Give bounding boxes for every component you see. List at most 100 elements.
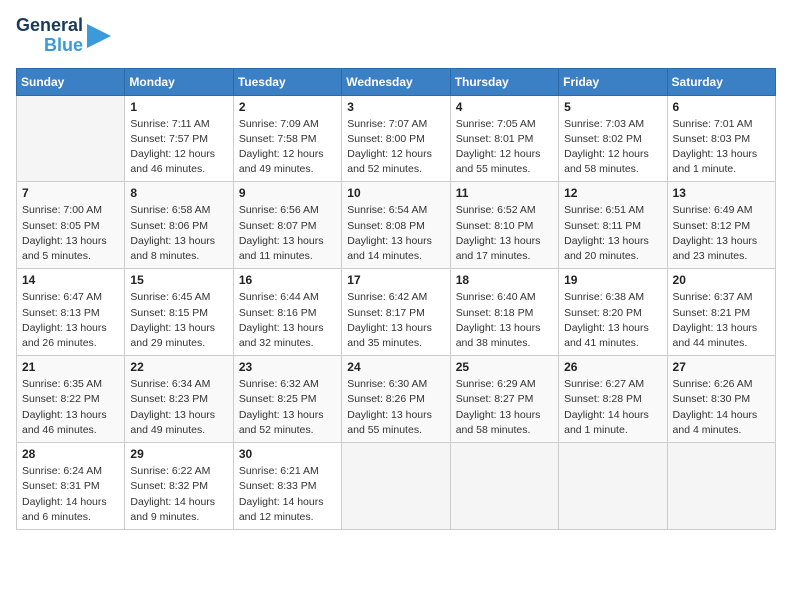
logo-triangle-icon (83, 20, 111, 52)
calendar-week-4: 21Sunrise: 6:35 AMSunset: 8:22 PMDayligh… (17, 356, 776, 443)
day-info: Sunrise: 6:47 AMSunset: 8:13 PMDaylight:… (22, 290, 119, 351)
calendar-cell (17, 95, 125, 182)
day-info: Sunrise: 6:34 AMSunset: 8:23 PMDaylight:… (130, 377, 227, 438)
calendar-cell: 4 Sunrise: 7:05 AMSunset: 8:01 PMDaylight… (450, 95, 558, 182)
day-number: 15 (130, 273, 227, 287)
day-number: 26 (564, 360, 661, 374)
calendar-cell: 16 Sunrise: 6:44 AMSunset: 8:16 PMDayligh… (233, 269, 341, 356)
calendar-cell: 25Sunrise: 6:29 AMSunset: 8:27 PMDayligh… (450, 356, 558, 443)
day-info: Sunrise: 6:52 AMSunset: 8:10 PMDaylight:… (456, 203, 553, 264)
calendar-cell (450, 443, 558, 530)
calendar-cell: 24 Sunrise: 6:30 AMSunset: 8:26 PMDayligh… (342, 356, 450, 443)
day-info: Sunrise: 6:44 AMSunset: 8:16 PMDaylight:… (239, 290, 336, 351)
calendar-cell: 28Sunrise: 6:24 AMSunset: 8:31 PMDayligh… (17, 443, 125, 530)
calendar-cell: 14Sunrise: 6:47 AMSunset: 8:13 PMDayligh… (17, 269, 125, 356)
day-number: 11 (456, 186, 553, 200)
day-info: Sunrise: 6:37 AMSunset: 8:21 PMDaylight:… (673, 290, 770, 351)
calendar-week-2: 7 Sunrise: 7:00 AMSunset: 8:05 PMDaylight… (17, 182, 776, 269)
calendar-cell: 29Sunrise: 6:22 AMSunset: 8:32 PMDayligh… (125, 443, 233, 530)
day-info: Sunrise: 6:58 AMSunset: 8:06 PMDaylight:… (130, 203, 227, 264)
day-info: Sunrise: 6:21 AMSunset: 8:33 PMDaylight:… (239, 464, 336, 525)
day-number: 4 (456, 100, 553, 114)
day-info: Sunrise: 6:38 AMSunset: 8:20 PMDaylight:… (564, 290, 661, 351)
weekday-monday: Monday (125, 68, 233, 95)
logo-general: General (16, 16, 83, 36)
calendar-cell: 19 Sunrise: 6:38 AMSunset: 8:20 PMDayligh… (559, 269, 667, 356)
day-number: 2 (239, 100, 336, 114)
day-info: Sunrise: 6:54 AMSunset: 8:08 PMDaylight:… (347, 203, 444, 264)
calendar-cell (559, 443, 667, 530)
day-info: Sunrise: 7:07 AMSunset: 8:00 PMDaylight:… (347, 117, 444, 178)
day-info: Sunrise: 6:40 AMSunset: 8:18 PMDaylight:… (456, 290, 553, 351)
day-number: 10 (347, 186, 444, 200)
day-info: Sunrise: 6:30 AMSunset: 8:26 PMDaylight:… (347, 377, 444, 438)
weekday-saturday: Saturday (667, 68, 775, 95)
calendar-cell: 26 Sunrise: 6:27 AMSunset: 8:28 PMDayligh… (559, 356, 667, 443)
calendar-cell (667, 443, 775, 530)
calendar-header: SundayMondayTuesdayWednesdayThursdayFrid… (17, 68, 776, 95)
day-number: 19 (564, 273, 661, 287)
day-info: Sunrise: 7:01 AMSunset: 8:03 PMDaylight:… (673, 117, 770, 178)
day-info: Sunrise: 6:45 AMSunset: 8:15 PMDaylight:… (130, 290, 227, 351)
calendar-cell (342, 443, 450, 530)
calendar-cell: 1Sunrise: 7:11 AMSunset: 7:57 PMDaylight… (125, 95, 233, 182)
calendar-cell: 17 Sunrise: 6:42 AMSunset: 8:17 PMDayligh… (342, 269, 450, 356)
day-number: 28 (22, 447, 119, 461)
calendar-cell: 9Sunrise: 6:56 AMSunset: 8:07 PMDaylight… (233, 182, 341, 269)
calendar-cell: 21Sunrise: 6:35 AMSunset: 8:22 PMDayligh… (17, 356, 125, 443)
weekday-tuesday: Tuesday (233, 68, 341, 95)
day-number: 1 (130, 100, 227, 114)
day-number: 17 (347, 273, 444, 287)
calendar-cell: 13 Sunrise: 6:49 AMSunset: 8:12 PMDayligh… (667, 182, 775, 269)
day-number: 24 (347, 360, 444, 374)
calendar-week-1: 1Sunrise: 7:11 AMSunset: 7:57 PMDaylight… (17, 95, 776, 182)
calendar-cell: 30 Sunrise: 6:21 AMSunset: 8:33 PMDayligh… (233, 443, 341, 530)
day-number: 30 (239, 447, 336, 461)
day-info: Sunrise: 6:26 AMSunset: 8:30 PMDaylight:… (673, 377, 770, 438)
weekday-friday: Friday (559, 68, 667, 95)
day-number: 22 (130, 360, 227, 374)
weekday-thursday: Thursday (450, 68, 558, 95)
day-number: 13 (673, 186, 770, 200)
day-info: Sunrise: 7:00 AMSunset: 8:05 PMDaylight:… (22, 203, 119, 264)
day-info: Sunrise: 6:42 AMSunset: 8:17 PMDaylight:… (347, 290, 444, 351)
day-info: Sunrise: 6:49 AMSunset: 8:12 PMDaylight:… (673, 203, 770, 264)
day-info: Sunrise: 6:27 AMSunset: 8:28 PMDaylight:… (564, 377, 661, 438)
day-number: 5 (564, 100, 661, 114)
day-number: 23 (239, 360, 336, 374)
calendar-cell: 23 Sunrise: 6:32 AMSunset: 8:25 PMDayligh… (233, 356, 341, 443)
calendar-cell: 2 Sunrise: 7:09 AMSunset: 7:58 PMDaylight… (233, 95, 341, 182)
logo-blue: Blue (44, 36, 83, 56)
calendar-cell: 11 Sunrise: 6:52 AMSunset: 8:10 PMDayligh… (450, 182, 558, 269)
day-info: Sunrise: 7:03 AMSunset: 8:02 PMDaylight:… (564, 117, 661, 178)
day-info: Sunrise: 6:51 AMSunset: 8:11 PMDaylight:… (564, 203, 661, 264)
calendar-cell: 18 Sunrise: 6:40 AMSunset: 8:18 PMDayligh… (450, 269, 558, 356)
calendar-cell: 7 Sunrise: 7:00 AMSunset: 8:05 PMDaylight… (17, 182, 125, 269)
day-number: 25 (456, 360, 553, 374)
calendar-cell: 27 Sunrise: 6:26 AMSunset: 8:30 PMDayligh… (667, 356, 775, 443)
calendar-cell: 22 Sunrise: 6:34 AMSunset: 8:23 PMDayligh… (125, 356, 233, 443)
day-number: 16 (239, 273, 336, 287)
day-info: Sunrise: 6:56 AMSunset: 8:07 PMDaylight:… (239, 203, 336, 264)
calendar-cell: 10 Sunrise: 6:54 AMSunset: 8:08 PMDayligh… (342, 182, 450, 269)
day-number: 7 (22, 186, 119, 200)
logo: General Blue (16, 16, 111, 56)
day-number: 3 (347, 100, 444, 114)
calendar-cell: 5 Sunrise: 7:03 AMSunset: 8:02 PMDaylight… (559, 95, 667, 182)
day-number: 27 (673, 360, 770, 374)
calendar-cell: 12Sunrise: 6:51 AMSunset: 8:11 PMDayligh… (559, 182, 667, 269)
weekday-wednesday: Wednesday (342, 68, 450, 95)
day-number: 21 (22, 360, 119, 374)
calendar-cell: 15 Sunrise: 6:45 AMSunset: 8:15 PMDayligh… (125, 269, 233, 356)
calendar: SundayMondayTuesdayWednesdayThursdayFrid… (16, 68, 776, 530)
header: General Blue (16, 16, 776, 56)
day-info: Sunrise: 7:09 AMSunset: 7:58 PMDaylight:… (239, 117, 336, 178)
day-number: 8 (130, 186, 227, 200)
day-info: Sunrise: 6:32 AMSunset: 8:25 PMDaylight:… (239, 377, 336, 438)
day-info: Sunrise: 7:05 AMSunset: 8:01 PMDaylight:… (456, 117, 553, 178)
weekday-sunday: Sunday (17, 68, 125, 95)
day-number: 18 (456, 273, 553, 287)
calendar-cell: 20 Sunrise: 6:37 AMSunset: 8:21 PMDayligh… (667, 269, 775, 356)
calendar-week-3: 14Sunrise: 6:47 AMSunset: 8:13 PMDayligh… (17, 269, 776, 356)
day-number: 20 (673, 273, 770, 287)
